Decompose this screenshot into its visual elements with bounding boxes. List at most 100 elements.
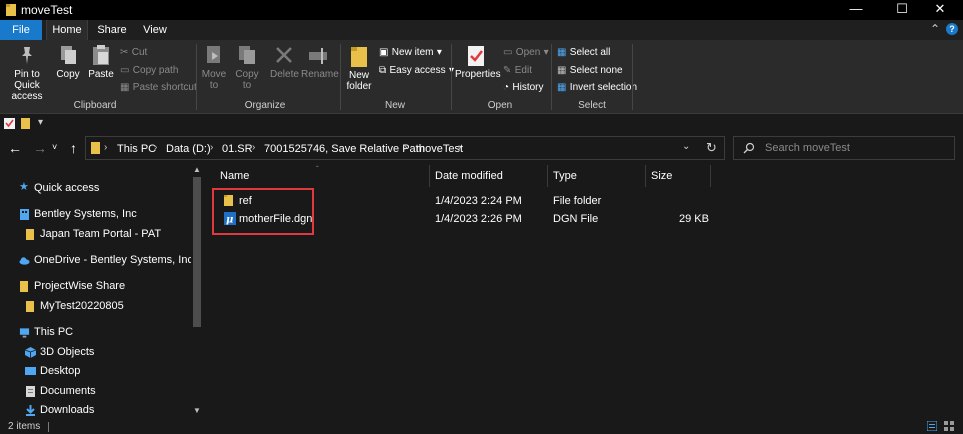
- ribbon: Pin to Quick access Copy Paste ✂ Cut ▭ C…: [0, 40, 963, 114]
- search-input[interactable]: Search moveTest: [765, 142, 850, 154]
- folder-icon[interactable]: [21, 118, 30, 129]
- cut-button[interactable]: ✂ Cut: [120, 44, 147, 58]
- select-all-button[interactable]: ▦ Select all: [557, 44, 610, 58]
- nav-item-this-pc[interactable]: This PC: [0, 323, 190, 343]
- rename-button[interactable]: Rename: [301, 44, 339, 80]
- copy-to-label: Copy to: [235, 69, 259, 91]
- breadcrumb-movetest[interactable]: moveTest: [416, 143, 463, 155]
- breadcrumb-separator-icon: ›: [154, 142, 158, 153]
- up-icon[interactable]: ↑: [70, 140, 77, 156]
- breadcrumb-separator-icon: ›: [252, 142, 256, 153]
- nav-item-label: 3D Objects: [40, 346, 95, 358]
- tab-view[interactable]: View: [136, 20, 174, 40]
- paste-label: Paste: [88, 69, 114, 80]
- nav-item-mytest20220805[interactable]: MyTest20220805: [0, 297, 190, 317]
- column-divider[interactable]: [710, 165, 711, 187]
- column-header-name[interactable]: Name: [220, 170, 249, 182]
- chevron-down-icon[interactable]: ▾: [38, 117, 43, 128]
- properties-button[interactable]: Properties: [455, 44, 501, 80]
- breadcrumb-separator-icon: ›: [404, 142, 408, 153]
- breadcrumb-this-pc[interactable]: This PC: [117, 143, 156, 155]
- nav-item-desktop[interactable]: Desktop: [0, 362, 190, 382]
- chevron-down-icon[interactable]: ˅: [52, 142, 57, 152]
- properties-icon[interactable]: [4, 118, 15, 129]
- select-none-button[interactable]: ▦ Select none: [557, 62, 623, 76]
- nav-item-bentley-systems[interactable]: Bentley Systems, Inc: [0, 205, 190, 225]
- scrollbar-thumb[interactable]: [193, 177, 201, 327]
- title-bar: moveTest — ☐ ✕: [0, 0, 963, 20]
- move-to-button[interactable]: Move to: [200, 44, 228, 91]
- delete-icon: [276, 47, 292, 63]
- scroll-up-icon[interactable]: ▲: [193, 165, 201, 174]
- window-title: moveTest: [21, 3, 73, 17]
- file-date: 1/4/2023 2:26 PM: [435, 213, 522, 225]
- pin-label: Pin to Quick access: [11, 69, 43, 102]
- tab-file[interactable]: File: [0, 20, 42, 40]
- address-history-dropdown-icon[interactable]: ⌄: [682, 141, 690, 152]
- delete-button[interactable]: Delete: [270, 44, 299, 80]
- back-icon[interactable]: ←: [8, 140, 22, 156]
- nav-item-downloads[interactable]: Downloads: [0, 401, 190, 421]
- copy-to-button[interactable]: Copy to: [233, 44, 261, 91]
- edit-button[interactable]: ✎ Edit: [503, 62, 532, 76]
- details-view-icon[interactable]: [927, 421, 937, 431]
- cut-label: Cut: [131, 47, 148, 58]
- invert-selection-button[interactable]: ▦ Invert selection: [557, 79, 637, 93]
- breadcrumb-separator-icon: ›: [458, 142, 462, 153]
- close-button[interactable]: ✕: [917, 0, 963, 20]
- column-header-size[interactable]: Size: [651, 170, 672, 182]
- nav-pane-scrollbar[interactable]: ▲ ▼: [191, 165, 203, 418]
- nav-item-3d-objects[interactable]: 3D Objects: [0, 343, 190, 363]
- collapse-ribbon-icon[interactable]: ⌃: [930, 22, 940, 36]
- paste-button[interactable]: Paste: [86, 44, 116, 80]
- breadcrumb-relative-path[interactable]: 7001525746, Save Relative Path: [264, 143, 425, 155]
- column-divider[interactable]: [429, 165, 430, 187]
- divider: [48, 422, 49, 432]
- cube-icon: [25, 347, 36, 358]
- tab-share[interactable]: Share: [92, 20, 132, 40]
- nav-item-onedrive[interactable]: OneDrive - Bentley Systems, Inc: [0, 251, 193, 271]
- breadcrumb-data-drive[interactable]: Data (D:): [166, 143, 211, 155]
- copy-path-button[interactable]: ▭ Copy path: [120, 62, 178, 76]
- folder-icon: [91, 142, 100, 154]
- breadcrumb-01sr[interactable]: 01.SR: [222, 143, 253, 155]
- folder-icon: [26, 229, 34, 240]
- new-folder-label: New folder: [346, 70, 372, 92]
- scroll-down-icon[interactable]: ▼: [193, 406, 201, 415]
- desktop-icon: [25, 367, 36, 375]
- nav-item-japan-team-portal[interactable]: Japan Team Portal - PAT: [0, 225, 190, 245]
- breadcrumb-separator-icon: ›: [104, 142, 108, 153]
- easy-access-button[interactable]: ⧉ Easy access ▾: [379, 62, 454, 76]
- nav-item-quick-access[interactable]: ★ Quick access: [0, 179, 190, 199]
- nav-item-label: MyTest20220805: [40, 300, 124, 312]
- nav-item-projectwise-share[interactable]: ProjectWise Share: [0, 277, 190, 297]
- history-button[interactable]: ◔ History: [503, 79, 544, 93]
- new-item-button[interactable]: ▣ New item ▾: [379, 44, 442, 58]
- open-button[interactable]: ▭ Open ▾: [503, 44, 549, 58]
- forward-icon[interactable]: →: [33, 140, 47, 156]
- new-folder-button[interactable]: New folder: [344, 44, 374, 92]
- paste-shortcut-button[interactable]: ▦ Paste shortcut: [120, 79, 197, 93]
- select-none-label: Select none: [569, 65, 623, 76]
- column-divider[interactable]: [547, 165, 548, 187]
- building-icon: [20, 209, 29, 220]
- cloud-icon: [19, 257, 30, 265]
- help-icon[interactable]: ?: [946, 23, 958, 35]
- open-label: Open: [515, 47, 541, 58]
- search-box[interactable]: Search moveTest: [733, 136, 955, 160]
- invert-selection-icon: ▦: [557, 82, 567, 93]
- copy-path-label: Copy path: [132, 65, 179, 76]
- large-icons-view-icon[interactable]: [944, 421, 954, 431]
- tab-home[interactable]: Home: [46, 20, 88, 40]
- address-bar[interactable]: › This PC › Data (D:) › 01.SR › 70015257…: [85, 136, 725, 160]
- minimize-button[interactable]: —: [833, 0, 879, 20]
- column-divider[interactable]: [645, 165, 646, 187]
- nav-item-documents[interactable]: Documents: [0, 382, 190, 402]
- column-header-type[interactable]: Type: [553, 170, 577, 182]
- copy-icon: [61, 46, 76, 64]
- status-bar: 2 items: [0, 419, 963, 434]
- refresh-icon[interactable]: ↻: [706, 140, 717, 156]
- column-header-date-modified[interactable]: Date modified: [435, 170, 503, 182]
- copy-button[interactable]: Copy: [55, 44, 81, 80]
- pin-quick-access-button[interactable]: Pin to Quick access: [2, 44, 52, 102]
